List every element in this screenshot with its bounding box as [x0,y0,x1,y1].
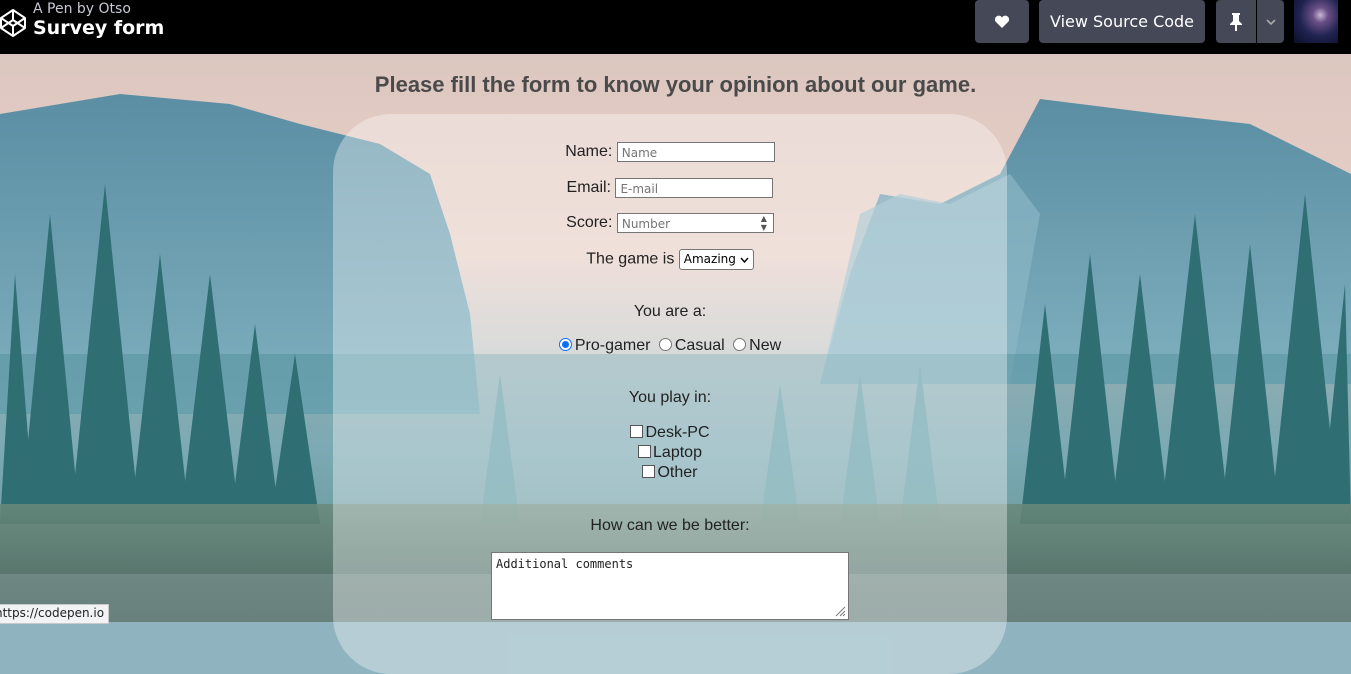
radio-label: Casual [674,337,725,354]
name-row: Name: Name [333,142,1007,162]
radio-button[interactable] [733,338,747,352]
score-input[interactable]: Number ▲ ▼ [616,213,774,233]
spinner-arrows-icon[interactable]: ▲ ▼ [761,214,767,232]
checkbox-desk-pc[interactable]: Desk-PC [333,424,1007,442]
name-label: Name: [565,143,613,161]
play-in-heading: You play in: [628,389,712,406]
codepen-logo-icon[interactable] [0,8,26,38]
game-row: The game is Amazing [333,249,1007,270]
heart-icon [994,15,1010,28]
comments-placeholder: Additional comments [496,557,634,571]
checkbox-laptop[interactable]: Laptop [333,444,1007,462]
better-heading: How can we be better: [590,517,750,534]
pin-icon [1230,12,1242,31]
checkbox[interactable] [642,465,656,479]
pen-title: Survey form [33,17,165,39]
like-button[interactable] [975,0,1029,43]
resize-handle-icon[interactable] [834,605,846,617]
radio-new[interactable]: New [733,337,781,354]
role-radio-group: Pro-gamer Casual New [333,337,1007,355]
checkbox[interactable] [630,425,644,439]
radio-label: Pro-gamer [574,337,651,354]
checkbox-label: Laptop [653,444,702,461]
radio-pro-gamer[interactable]: Pro-gamer [558,337,651,354]
game-label: The game is [586,250,675,268]
score-label: Score: [566,214,613,232]
view-source-button[interactable]: View Source Code [1039,0,1205,43]
status-bar-url: https://codepen.io [0,604,110,624]
radio-label: New [749,337,782,354]
user-avatar[interactable] [1294,0,1338,43]
pen-author[interactable]: A Pen by Otso [33,1,131,17]
page-title: Please fill the form to know your opinio… [374,72,977,97]
score-placeholder: Number [621,217,671,231]
checkbox-label: Desk-PC [645,424,710,441]
chevron-down-icon [740,257,749,264]
you-are-heading: You are a: [633,303,707,320]
chevron-down-icon [1265,18,1276,25]
radio-button[interactable] [658,338,672,352]
pin-menu-button[interactable] [1257,0,1284,43]
email-row: Email: E-mail [333,178,1007,198]
comments-textarea[interactable]: Additional comments [491,552,849,620]
checkbox-other[interactable]: Other [333,464,1007,482]
game-rating-value: Amazing [683,252,736,266]
checkbox[interactable] [638,445,652,459]
codepen-header: A Pen by Otso Survey form View Source Co… [0,0,1351,54]
radio-casual[interactable]: Casual [658,337,725,354]
radio-button[interactable] [558,338,572,352]
checkbox-label: Other [657,464,698,481]
score-row: Score: Number ▲ ▼ [333,213,1007,233]
name-input[interactable]: Name [616,142,775,162]
email-label: Email: [566,179,611,197]
email-input[interactable]: E-mail [615,178,774,198]
game-rating-select[interactable]: Amazing [678,249,754,270]
pin-button[interactable] [1216,0,1256,43]
